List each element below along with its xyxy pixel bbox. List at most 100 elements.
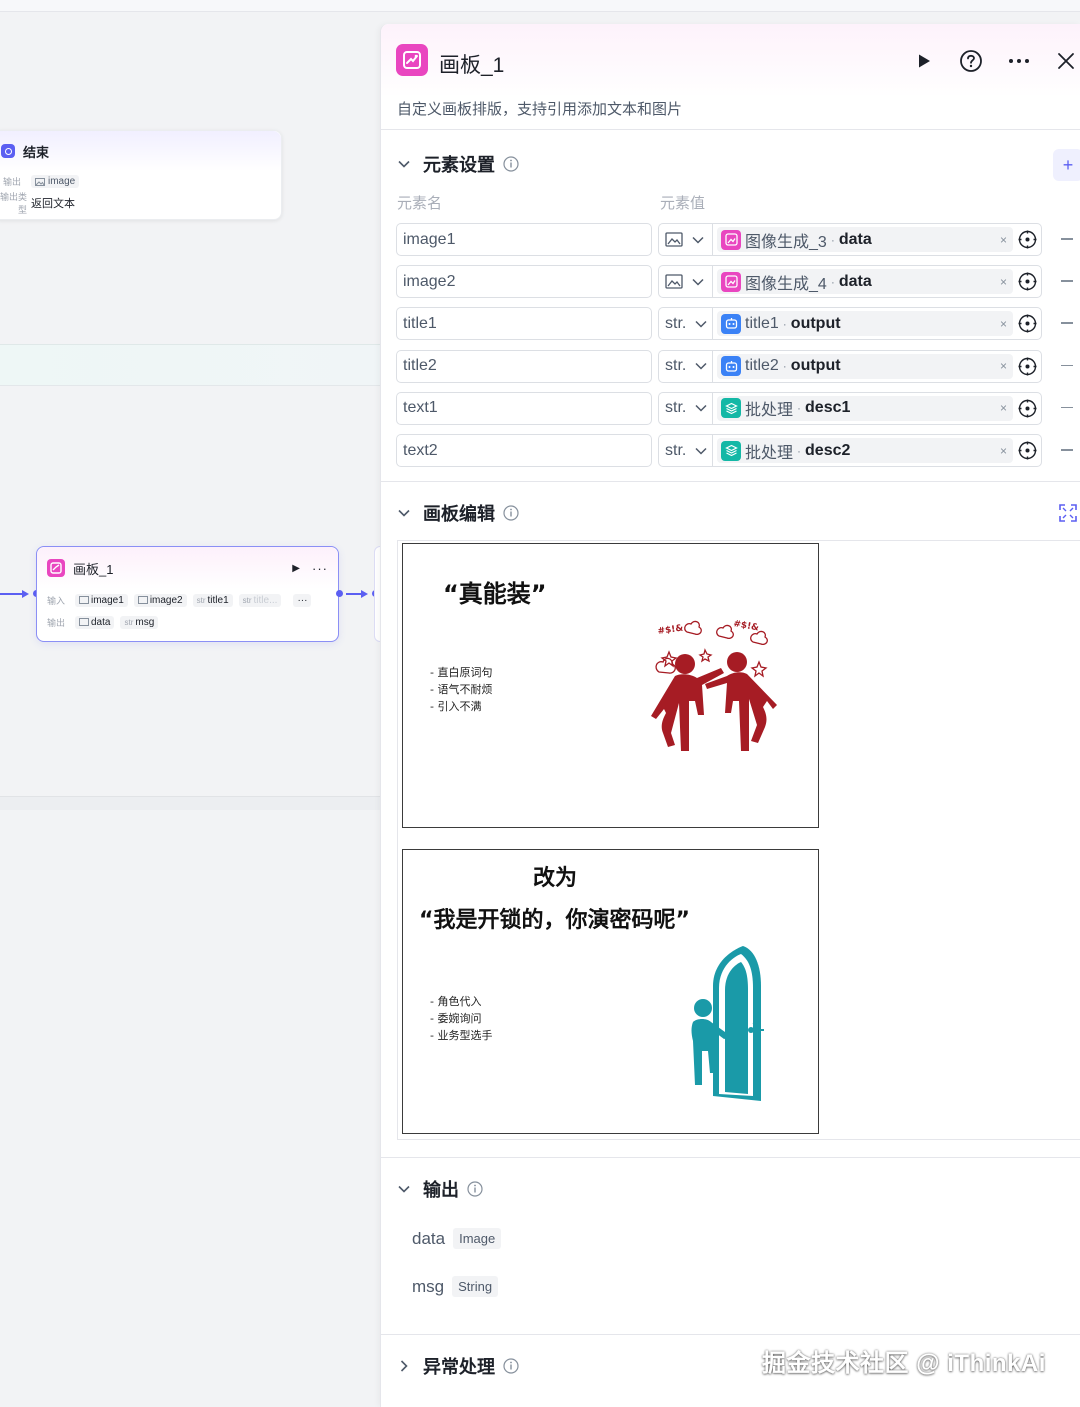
more-icon[interactable] [1006,48,1032,74]
element-type-select[interactable]: str. [658,391,712,425]
run-icon[interactable] [911,48,937,74]
reference-tag[interactable]: 批处理 · desc2 × [717,438,1013,463]
element-name-input[interactable]: title1 [396,307,652,341]
close-icon[interactable] [1053,48,1079,74]
section-divider [381,481,1080,482]
curse-text-2: #$!& [732,619,759,633]
chevron-down-icon[interactable] [694,361,708,371]
clear-ref-icon[interactable]: × [1000,317,1007,331]
chevron-down-icon[interactable] [397,506,411,520]
chevron-down-icon[interactable] [397,157,411,171]
element-name-input[interactable]: image2 [396,265,652,299]
ref-separator: · [782,316,787,331]
element-value-field[interactable]: 批处理 · desc1 × [712,391,1042,425]
info-icon[interactable] [503,1358,519,1374]
add-element-button[interactable]: + [1053,149,1080,181]
chevron-right-icon[interactable] [397,1359,411,1373]
error-section-header[interactable]: 异常处理 [381,1340,519,1392]
element-type-select[interactable] [658,265,712,299]
slide-2[interactable]: 改为 “我是开锁的，你演密码呢” - 角色代入 - 委婉询问 - 业务型选手 [402,849,819,1134]
reference-tag[interactable]: 批处理 · desc1 × [717,395,1013,421]
reference-tag[interactable]: 图像生成_4 · data × [717,269,1013,295]
element-value-field[interactable]: 批处理 · desc2 × [712,434,1042,467]
element-type-select[interactable]: str. [658,434,712,467]
element-type-select[interactable] [658,223,712,256]
slide-2-title-line1[interactable]: 改为 [533,860,577,892]
board-icon [396,44,428,76]
remove-row-icon[interactable] [1061,238,1073,240]
element-type-select[interactable]: str. [658,349,712,383]
remove-row-icon[interactable] [1061,280,1073,282]
element-value-field[interactable]: title1 · output × [712,307,1042,341]
clear-ref-icon[interactable]: × [1000,359,1007,373]
info-icon[interactable] [467,1181,483,1197]
panel-description[interactable]: 自定义画板排版，支持引用添加文本和图片 [397,98,682,119]
chevron-down-icon[interactable] [397,1182,411,1196]
board-node-input-row: 输入 image1 image2 str title1 str title...… [37,589,338,611]
incoming-edge-arrow [22,589,29,598]
workflow-canvas[interactable]: 结束 输出 image 输出类型 返回文本 画板_1 ▶ ··· 输入 imag… [0,0,380,1407]
slide-2-title-line2[interactable]: “我是开锁的，你演密码呢” [419,902,690,934]
remove-row-icon[interactable] [1061,449,1073,451]
chevron-down-icon[interactable] [694,446,708,456]
play-icon[interactable]: ▶ [292,563,300,574]
input-name: image1 [91,594,124,606]
fullscreen-icon[interactable] [1059,504,1077,522]
end-node[interactable]: 结束 输出 image 输出类型 返回文本 [0,130,282,220]
chevron-down-icon[interactable] [694,403,708,413]
clear-ref-icon[interactable]: × [1000,233,1007,247]
element-name-input[interactable]: title2 [396,349,652,383]
variable-picker-icon[interactable] [1018,357,1037,376]
slide-1-title[interactable]: “真能装” [443,574,547,609]
remove-row-icon[interactable] [1061,364,1073,367]
variable-picker-icon[interactable] [1018,399,1037,418]
reference-tag[interactable]: title1 · output × [717,311,1013,337]
clear-ref-icon[interactable]: × [1000,444,1007,458]
slide-2-bullets[interactable]: - 角色代入 - 委婉询问 - 业务型选手 [430,993,492,1044]
image-type-icon [35,177,45,186]
element-value-field[interactable]: title2 · output × [712,349,1042,383]
end-node-icon [1,144,15,158]
info-icon[interactable] [503,505,519,521]
clear-ref-icon[interactable]: × [1000,401,1007,415]
variable-picker-icon[interactable] [1018,441,1037,460]
reference-tag[interactable]: 图像生成_3 · data × [717,227,1013,252]
output-section-header[interactable]: 输出 [381,1163,483,1215]
remove-row-icon[interactable] [1061,322,1073,324]
element-name-input[interactable]: text1 [396,391,652,425]
element-value-field[interactable]: 图像生成_4 · data × [712,265,1042,299]
info-icon[interactable] [503,156,519,172]
variable-picker-icon[interactable] [1018,272,1037,291]
end-node-header: 结束 [0,131,281,171]
element-name-input[interactable]: image1 [396,223,652,256]
remove-row-icon[interactable] [1061,406,1073,409]
variable-picker-icon[interactable] [1018,230,1037,249]
door-locksmith-image[interactable] [673,946,773,1111]
element-name-input[interactable]: text2 [396,434,652,467]
variable-picker-icon[interactable] [1018,314,1037,333]
chevron-down-icon[interactable] [691,235,705,245]
element-value-field[interactable]: 图像生成_3 · data × [712,223,1042,256]
node-output-port[interactable] [336,590,343,597]
slide-1[interactable]: “真能装” - 直白原词句 - 语气不耐烦 - 引入不满 #$!& #$!& [402,543,819,828]
reference-tag[interactable]: title2 · output × [717,353,1013,379]
board-canvas[interactable]: “真能装” - 直白原词句 - 语气不耐烦 - 引入不满 #$!& #$!& 改… [397,540,1080,1140]
panel-title[interactable]: 画板_1 [439,49,504,79]
board-section-header[interactable]: 画板编辑 [381,487,1080,539]
chevron-down-icon[interactable] [691,277,705,287]
board-node-output-row: 输出 data str msg [37,611,338,633]
slide-1-bullets[interactable]: - 直白原词句 - 语气不耐烦 - 引入不满 [430,664,492,715]
canvas-group-band [0,344,380,386]
arguing-figures-image[interactable]: #$!& #$!& [641,612,781,772]
elements-section-header[interactable]: 元素设置 [381,138,519,190]
more-icon[interactable]: ··· [312,561,328,576]
section-title: 画板编辑 [423,504,495,524]
more-inputs-tag[interactable]: ··· [293,593,312,607]
chevron-down-icon[interactable] [694,319,708,329]
element-type-select[interactable]: str. [658,307,712,341]
help-icon[interactable] [958,48,984,74]
input-type: str [242,595,252,605]
clear-ref-icon[interactable]: × [1000,275,1007,289]
board-node[interactable]: 画板_1 ▶ ··· 输入 image1 image2 str title1 s… [36,546,339,642]
llm-icon [721,356,741,377]
